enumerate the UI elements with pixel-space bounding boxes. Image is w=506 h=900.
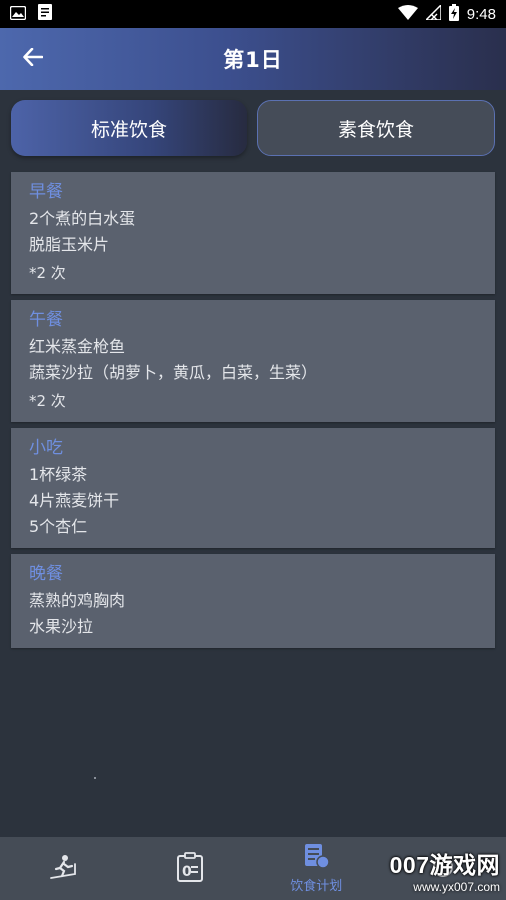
status-right: 9:48 [397, 2, 496, 25]
meal-title: 晚餐 [29, 564, 63, 584]
watermark-url: www.yx007.com [413, 880, 500, 894]
meal-list: 早餐 2个煮的白水蛋 脱脂玉米片 *2 次 午餐 红米蒸金枪鱼 蔬菜沙拉（胡萝卜… [11, 172, 495, 648]
battery-charging-icon [448, 3, 459, 25]
doc-icon [38, 4, 52, 24]
watermark-title: 007游戏网 [389, 852, 500, 878]
meal-title: 小吃 [29, 438, 63, 458]
tab-label: 素食饮食 [337, 118, 414, 141]
meal-item: 红米蒸金枪鱼 [29, 337, 126, 356]
nav-item-diet-plan[interactable]: 饮食计划 [253, 837, 380, 900]
meal-title: 午餐 [29, 310, 63, 330]
meal-item: 4片燕麦饼干 [29, 491, 120, 510]
meal-item: 2个煮的白水蛋 [29, 209, 136, 228]
meal-card-dinner: 晚餐 蒸熟的鸡胸肉 水果沙拉 [11, 554, 495, 648]
svg-text:0: 0 [182, 864, 192, 880]
meal-item: 脱脂玉米片 [29, 235, 110, 254]
arrow-left-icon [23, 47, 44, 70]
tab-label: 标准饮食 [90, 118, 167, 141]
watermark: 007游戏网 www.yx007.com [372, 846, 500, 894]
back-button[interactable] [18, 44, 48, 74]
diet-plan-icon [302, 843, 330, 873]
status-bar: 9:48 [0, 0, 506, 28]
tab-vegetarian-diet[interactable]: 素食饮食 [257, 100, 495, 156]
meal-card-snack: 小吃 1杯绿茶 4片燕麦饼干 5个杏仁 [11, 428, 495, 548]
meal-title: 早餐 [29, 182, 63, 202]
meal-repeat: *2 次 [29, 392, 66, 410]
meal-repeat: *2 次 [29, 264, 66, 282]
meal-item: 水果沙拉 [29, 617, 94, 636]
meal-item: 蔬菜沙拉（胡萝卜，黄瓜，白菜，生菜） [29, 363, 318, 382]
image-icon [9, 5, 27, 24]
nav-item-records[interactable]: 0 [127, 837, 254, 900]
nav-item-exercise[interactable] [0, 837, 127, 900]
nav-label: 饮食计划 [290, 879, 343, 894]
meal-card-lunch: 午餐 红米蒸金枪鱼 蔬菜沙拉（胡萝卜，黄瓜，白菜，生菜） *2 次 [11, 300, 495, 422]
diet-tabs: 标准饮食 素食饮食 [11, 100, 495, 156]
wifi-icon [397, 4, 418, 24]
meal-card-breakfast: 早餐 2个煮的白水蛋 脱脂玉米片 *2 次 [11, 172, 495, 294]
status-left [9, 4, 52, 24]
meal-item: 1杯绿茶 [29, 465, 88, 484]
treadmill-icon [48, 854, 78, 884]
clipboard-icon: 0 [176, 851, 204, 886]
stray-dot [94, 777, 96, 779]
signal-icon [423, 2, 442, 24]
tab-standard-diet[interactable]: 标准饮食 [11, 100, 247, 156]
meal-item: 蒸熟的鸡胸肉 [29, 591, 126, 610]
page-title: 第1日 [223, 48, 283, 72]
meal-item: 5个杏仁 [29, 517, 88, 536]
status-time: 9:48 [466, 5, 496, 23]
app-header: 第1日 [0, 28, 506, 90]
